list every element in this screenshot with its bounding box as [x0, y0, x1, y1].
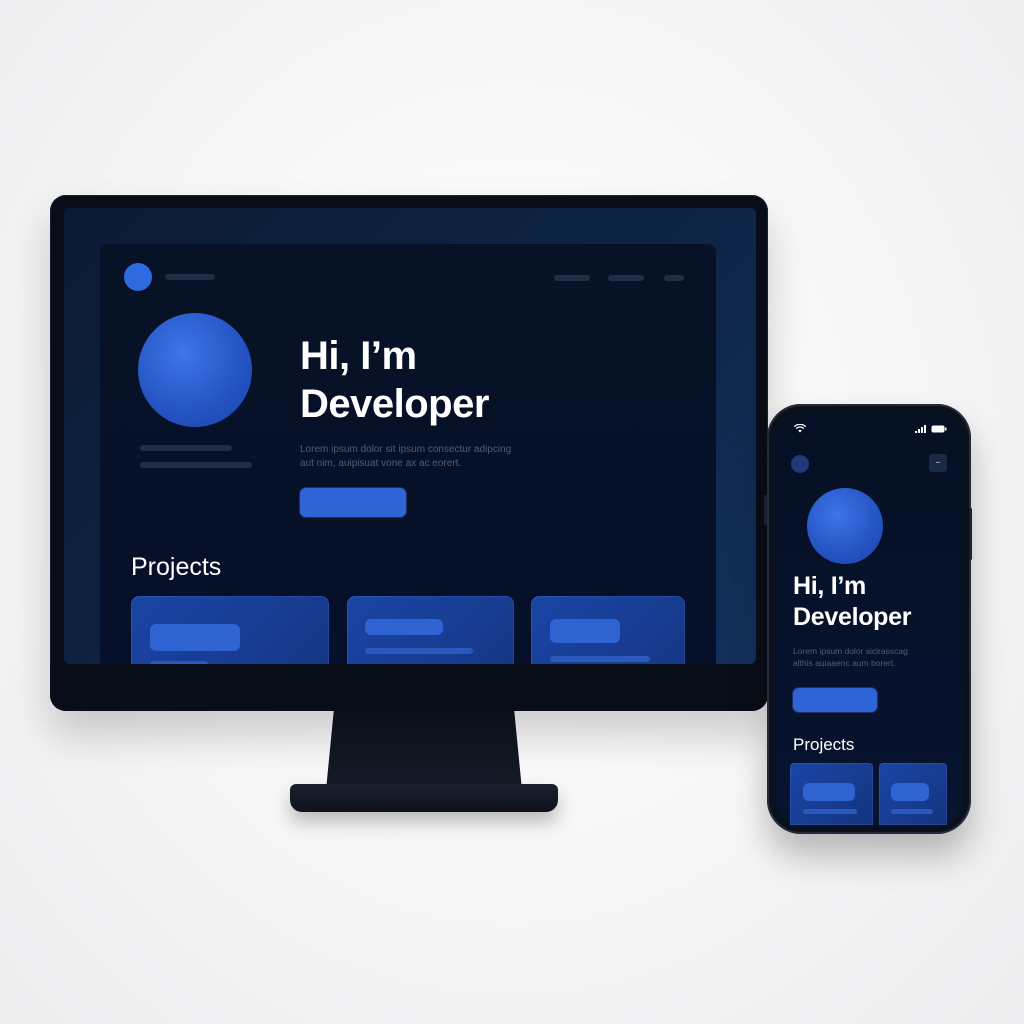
battery-icon: [931, 425, 947, 433]
monitor-bezel-bottom: [50, 664, 768, 711]
monitor-stand-neck: [326, 710, 522, 790]
mobile-hero-heading: Hi, I’m Developer: [793, 571, 963, 633]
monitor-stand-base: [290, 784, 558, 812]
nav-link-2[interactable]: [608, 275, 644, 281]
mobile-profile-avatar: [807, 488, 883, 564]
project-card-2-line-1: [365, 648, 473, 654]
nav-link-1[interactable]: [554, 275, 590, 281]
phone-volume-button: [764, 495, 767, 525]
mobile-project-card-2-title: [891, 783, 929, 801]
phone-side-button: [969, 508, 972, 560]
project-card-2-title: [365, 619, 443, 635]
hero-heading: Hi, I’m Developer: [300, 332, 680, 428]
wifi-icon: [794, 424, 806, 433]
hero-subtitle-line-1: Lorem ipsum dolor sit ipsum consectur ad…: [300, 444, 512, 455]
hero-title-line-1: Hi, I’m: [300, 334, 417, 378]
mobile-hero-subtitle: Lorem ipsum dolor sicirasscag althis aui…: [793, 645, 958, 669]
nav-link-3[interactable]: [664, 275, 684, 281]
mobile-menu-button[interactable]: –: [929, 454, 947, 472]
profile-avatar: [138, 313, 252, 427]
mobile-project-card-1[interactable]: [790, 763, 873, 825]
mobile-project-card-1-line: [803, 809, 857, 814]
mobile-projects-title: Projects: [793, 735, 855, 754]
signal-icon: [915, 425, 926, 433]
profile-name-placeholder: [140, 445, 232, 451]
hero-title-line-2: Developer: [300, 382, 489, 426]
hero-cta-button[interactable]: [300, 488, 406, 517]
mobile-project-card-2[interactable]: [879, 763, 947, 825]
projects-title: Projects: [131, 553, 222, 581]
hero-subtitle: Lorem ipsum dolor sit ipsum consectur ad…: [300, 443, 560, 471]
hero-subtitle-line-2: aut nim, auipisuat vone ax ac eorert.: [300, 458, 462, 469]
mobile-project-card-2-line: [891, 809, 933, 814]
mobile-hero-cta-button[interactable]: [793, 688, 877, 712]
mobile-hero-title-line-1: Hi, I’m: [793, 572, 866, 600]
project-card-1-title: [150, 624, 240, 651]
project-card-3-line-1: [550, 656, 650, 662]
mobile-hero-subtitle-line-2: althis auiaaenc aum borert.: [793, 658, 896, 668]
site-logo[interactable]: [124, 263, 152, 291]
site-name-placeholder: [165, 274, 215, 280]
mobile-hero-subtitle-line-1: Lorem ipsum dolor sicirasscag: [793, 646, 908, 656]
profile-role-placeholder: [140, 462, 252, 468]
mobile-hero-title-line-2: Developer: [793, 603, 912, 631]
mobile-project-card-1-title: [803, 783, 855, 801]
mobile-site-logo[interactable]: [791, 455, 809, 473]
project-card-3-title: [550, 619, 620, 643]
